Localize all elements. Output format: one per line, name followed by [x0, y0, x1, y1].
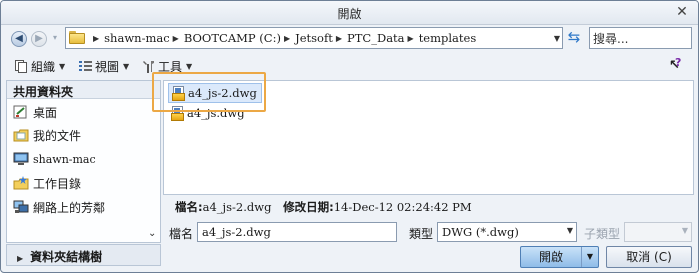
chevron-right-icon[interactable]: ▶	[284, 34, 290, 43]
open-button-label: 開啟	[538, 250, 563, 264]
filename-label: 檔名	[169, 227, 194, 241]
sidebar-item-network[interactable]: 網路上的芳鄰	[13, 197, 105, 217]
view-menu[interactable]: 視圖 ▼	[79, 57, 129, 75]
chevron-down-icon[interactable]: ▼	[554, 34, 560, 43]
breadcrumb-item[interactable]: Jetsoft	[295, 31, 333, 45]
chevron-right-icon[interactable]: ▶	[173, 34, 179, 43]
chevron-down-icon: ▼	[123, 61, 130, 71]
expand-down-icon[interactable]: ⌄	[148, 228, 156, 239]
cancel-button[interactable]: 取消 (C)	[606, 246, 692, 268]
title-bar: 開啟 ✕	[1, 1, 698, 25]
toolbar: 組織 ▼ 視圖 ▼ 工具 ▼	[1, 54, 698, 78]
sidebar-item-label: 工作目錄	[33, 176, 82, 191]
close-icon[interactable]: ✕	[672, 3, 692, 21]
tools-icon	[142, 60, 155, 73]
details-name-label: 檔名:	[175, 200, 203, 214]
desktop-icon	[13, 105, 29, 119]
help-icon[interactable]: ↖?	[669, 56, 687, 74]
address-bar[interactable]: ▶ shawn-mac ▶ BOOTCAMP (C:) ▶ Jetsoft ▶ …	[65, 27, 563, 49]
refresh-icon[interactable]: ⇆	[565, 28, 583, 48]
sidebar-item-label: shawn-mac	[33, 152, 96, 166]
filename-field[interactable]: a4_js-2.dwg	[197, 222, 397, 242]
details-name-value: a4_js-2.dwg	[202, 200, 272, 214]
documents-icon	[13, 128, 29, 142]
history-dropdown-icon[interactable]: ▾	[49, 31, 61, 47]
sidebar: 共用資料夾 桌面 我的文件 shawn-mac 工作目錄 網路上的芳鄰 ⌄	[6, 80, 161, 243]
subtype-label: 子類型	[584, 227, 621, 241]
network-icon	[13, 200, 29, 214]
chevron-down-icon: ▼	[681, 226, 688, 235]
forward-arrow-icon[interactable]: ▶	[31, 31, 47, 47]
open-dialog: 開啟 ✕ ◀ ▶ ▾ ▶ shawn-mac ▶ BOOTCAMP (C:) ▶…	[0, 0, 699, 273]
sidebar-item-working-dir[interactable]: 工作目錄	[13, 173, 81, 193]
breadcrumb-item[interactable]: templates	[419, 31, 477, 45]
type-value: DWG (*.dwg)	[442, 225, 519, 239]
folder-icon	[69, 31, 85, 44]
chevron-right-icon[interactable]: ▶	[93, 34, 99, 43]
sidebar-item-label: 桌面	[33, 105, 58, 120]
list-view-icon	[79, 60, 92, 73]
organize-label: 組織	[31, 59, 56, 74]
breadcrumb: ▶ shawn-mac ▶ BOOTCAMP (C:) ▶ Jetsoft ▶ …	[90, 28, 476, 48]
breadcrumb-item[interactable]: PTC_Data	[347, 31, 405, 45]
details-modified-label: 修改日期:	[283, 200, 334, 214]
search-input[interactable]: 搜尋...	[589, 27, 692, 49]
chevron-right-icon[interactable]: ▶	[336, 34, 342, 43]
file-details: 檔名:a4_js-2.dwg 修改日期:14-Dec-12 02:24:42 P…	[163, 196, 694, 216]
window-title: 開啟	[337, 7, 362, 21]
sidebar-item-label: 網路上的芳鄰	[33, 200, 106, 215]
chevron-down-icon: ▼	[186, 61, 193, 71]
folder-tree-label: 資料夾結構樹	[30, 250, 103, 264]
folder-tree-toggle[interactable]: ▶ 資料夾結構樹	[6, 244, 161, 266]
view-label: 視圖	[95, 59, 120, 74]
details-modified-value: 14-Dec-12 02:24:42 PM	[333, 200, 472, 214]
chevron-down-icon: ▼	[566, 226, 573, 235]
selection-highlight	[152, 72, 266, 112]
type-select[interactable]: DWG (*.dwg) ▼	[437, 222, 577, 242]
sidebar-header: 共用資料夾	[7, 81, 160, 99]
open-button[interactable]: 開啟 ▼	[520, 246, 599, 268]
chevron-down-icon: ▼	[59, 61, 66, 71]
chevron-down-icon[interactable]: ▼	[581, 247, 598, 267]
chevron-right-icon[interactable]: ▶	[408, 34, 414, 43]
chevron-right-icon: ▶	[17, 254, 24, 263]
subtype-select: ▼	[624, 222, 692, 242]
sidebar-item-desktop[interactable]: 桌面	[13, 102, 57, 122]
back-arrow-icon[interactable]: ◀	[11, 31, 27, 47]
organize-menu[interactable]: 組織 ▼	[15, 57, 65, 75]
sidebar-item-computer[interactable]: shawn-mac	[13, 149, 96, 169]
organize-icon	[15, 59, 28, 73]
type-label: 類型	[409, 227, 434, 241]
sidebar-item-label: 我的文件	[33, 128, 82, 143]
breadcrumb-item[interactable]: shawn-mac	[104, 31, 170, 45]
breadcrumb-item[interactable]: BOOTCAMP (C:)	[184, 31, 281, 45]
sidebar-item-documents[interactable]: 我的文件	[13, 125, 81, 145]
computer-icon	[13, 152, 29, 166]
working-dir-icon	[13, 176, 29, 190]
